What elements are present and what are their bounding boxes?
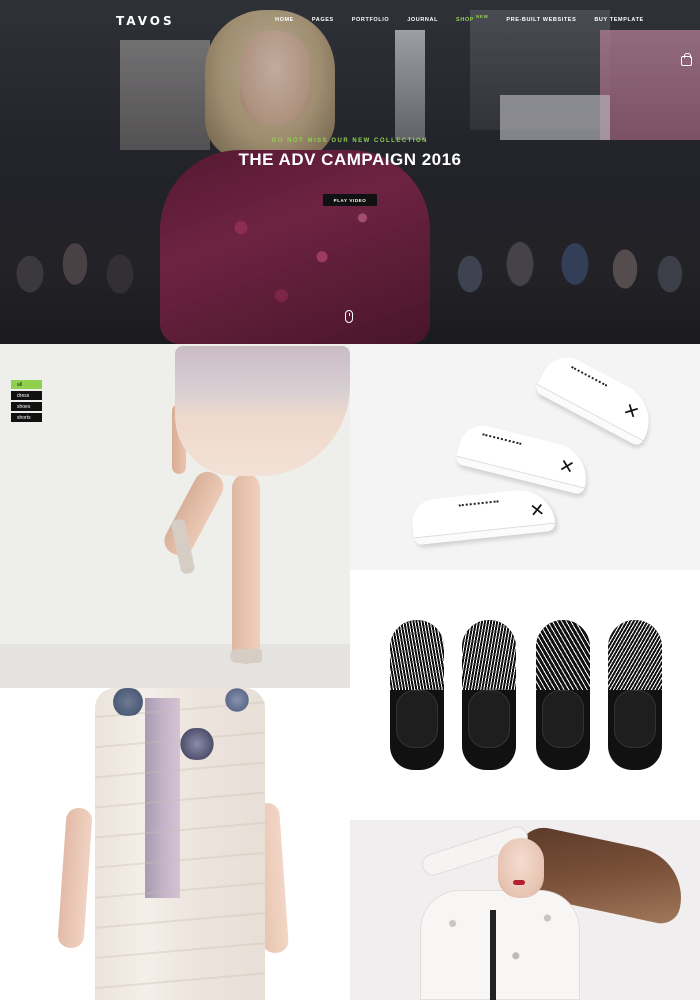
portfolio-filter: all dress shoes shorts [11, 380, 42, 422]
skirt-photo-leg-bent [159, 466, 229, 561]
nav-item-pages[interactable]: PAGES [312, 17, 334, 23]
slipon-3-print [536, 620, 590, 690]
sneaker-middle-laces [479, 433, 522, 457]
x-logo-icon: ✕ [528, 499, 546, 523]
nav-item-shop[interactable]: SHOPNEW [456, 14, 489, 23]
nav-item-shop-label: SHOP [456, 17, 475, 23]
sneaker-top-laces [565, 366, 608, 398]
shopping-bag-icon[interactable] [681, 53, 692, 66]
slipon-4-opening [614, 690, 656, 748]
skirt-photo-skirt [175, 346, 350, 476]
site-logo[interactable]: TAVOS [116, 14, 175, 28]
slipon-3 [536, 620, 590, 770]
nav-item-journal[interactable]: JOURNAL [407, 17, 438, 23]
filter-dress[interactable]: dress [11, 391, 42, 400]
dress-photo[interactable] [0, 688, 350, 1000]
nav-item-home[interactable]: HOME [275, 17, 294, 23]
mouse-scroll-icon[interactable] [345, 310, 353, 323]
sneaker-bottom: ✕ [410, 486, 556, 546]
slipon-2 [462, 620, 516, 770]
sneaker-middle: ✕ [454, 420, 594, 496]
slipon-2-opening [468, 690, 510, 748]
filter-shoes[interactable]: shoes [11, 402, 42, 411]
slipon-1 [390, 620, 444, 770]
hero-overlay [0, 0, 700, 344]
hero-title: THE ADV CAMPAIGN 2016 [238, 150, 462, 169]
slipon-3-opening [542, 690, 584, 748]
slipon-1-print [390, 620, 444, 690]
portrait-photo[interactable] [350, 820, 700, 1000]
portrait-photo-placket [490, 910, 496, 1000]
slipon-4 [608, 620, 662, 770]
sneaker-bottom-laces [458, 500, 500, 519]
sneaker-bottom-sole [413, 522, 556, 546]
skirt-photo-floor [0, 644, 350, 688]
sneaker-top: ✕ [533, 348, 663, 448]
nav-item-buy-template[interactable]: BUY TEMPLATE [594, 17, 643, 23]
x-logo-icon: ✕ [619, 398, 643, 425]
skirt-photo-leg-standing [232, 474, 260, 664]
filter-shorts[interactable]: shorts [11, 413, 42, 422]
flower-applique-icon [222, 688, 252, 712]
black-slipons-photo[interactable] [350, 570, 700, 820]
main-menu: HOME PAGES PORTFOLIO JOURNAL SHOPNEW PRE… [275, 14, 662, 23]
nav-item-pre-built-websites[interactable]: PRE-BUILT WEBSITES [506, 17, 576, 23]
hero-section: TAVOS HOME PAGES PORTFOLIO JOURNAL SHOPN… [0, 0, 700, 344]
white-sneakers-photo[interactable]: ✕ ✕ ✕ [350, 344, 700, 570]
slipon-4-print [608, 620, 662, 690]
dress-photo-arm-left [57, 807, 93, 949]
flower-applique-icon [175, 728, 219, 760]
nav-badge-new: NEW [476, 14, 489, 19]
filter-all[interactable]: all [11, 380, 42, 389]
x-logo-icon: ✕ [556, 455, 577, 480]
skirt-photo-shoe-right [230, 649, 262, 663]
hero-subtitle: DO NOT MISS OUR NEW COLLECTION [272, 138, 428, 144]
portrait-photo-face [498, 838, 544, 898]
flower-applique-icon [108, 688, 148, 716]
play-video-button[interactable]: PLAY VIDEO [323, 194, 377, 206]
nav-item-portfolio[interactable]: PORTFOLIO [352, 17, 389, 23]
top-navigation: TAVOS HOME PAGES PORTFOLIO JOURNAL SHOPN… [0, 0, 700, 44]
portrait-photo-blouse [420, 890, 580, 1000]
portrait-photo-lips [513, 880, 525, 885]
slipon-2-print [462, 620, 516, 690]
skirt-photo[interactable] [0, 344, 350, 688]
slipon-1-opening [396, 690, 438, 748]
